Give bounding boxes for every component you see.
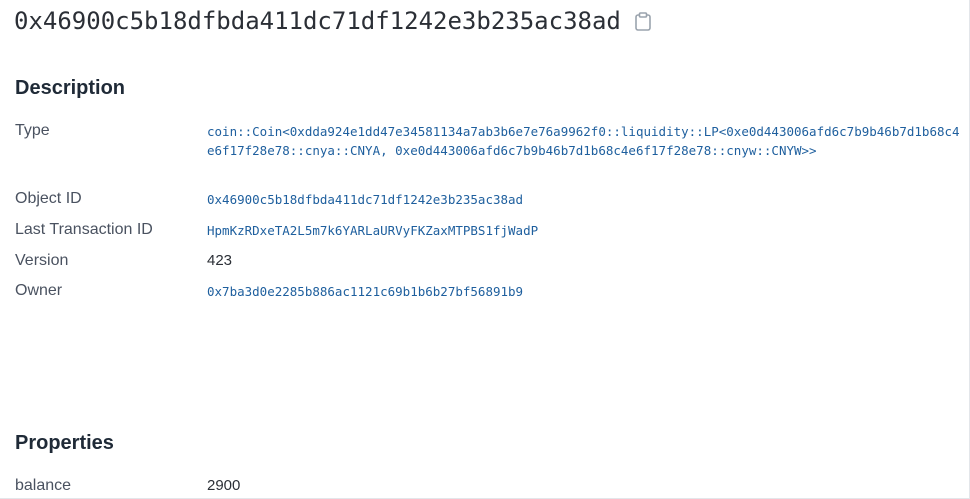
balance-label: balance [15, 477, 72, 494]
object-id-label: Object ID [15, 190, 82, 207]
version-label: Version [15, 252, 69, 269]
last-transaction-label: Last Transaction ID [15, 221, 153, 238]
owner-row: Owner 0x7ba3d0e2285b886ac1121c69b1b6b27b… [15, 282, 969, 301]
last-transaction-link[interactable]: HpmKzRDxeTA2L5m7k6YARLaURVyFKZaxMTPBS1fj… [207, 223, 538, 238]
owner-label: Owner [15, 282, 63, 299]
copy-button[interactable] [633, 10, 653, 32]
version-value: 423 [207, 252, 233, 269]
type-link[interactable]: coin::Coin<0xdda924e1dd47e34581134a7ab3b… [207, 124, 960, 158]
properties-heading: Properties [15, 432, 114, 454]
page-title: 0x46900c5b18dfbda411dc71df1242e3b235ac38… [14, 7, 621, 35]
clipboard-icon [635, 11, 651, 31]
object-id-row: Object ID 0x46900c5b18dfbda411dc71df1242… [15, 190, 969, 209]
type-label: Type [15, 122, 50, 139]
last-transaction-row: Last Transaction ID HpmKzRDxeTA2L5m7k6YA… [15, 221, 969, 240]
object-id-link[interactable]: 0x46900c5b18dfbda411dc71df1242e3b235ac38… [207, 192, 523, 207]
balance-row: balance 2900 [15, 477, 969, 495]
balance-value: 2900 [207, 477, 241, 494]
owner-link[interactable]: 0x7ba3d0e2285b886ac1121c69b1b6b27bf56891… [207, 284, 523, 299]
type-row: Type coin::Coin<0xdda924e1dd47e34581134a… [15, 122, 969, 160]
object-details-page: 0x46900c5b18dfbda411dc71df1242e3b235ac38… [0, 0, 970, 499]
version-row: Version 423 [15, 252, 969, 270]
description-heading: Description [15, 77, 126, 99]
object-header: 0x46900c5b18dfbda411dc71df1242e3b235ac38… [14, 6, 653, 36]
